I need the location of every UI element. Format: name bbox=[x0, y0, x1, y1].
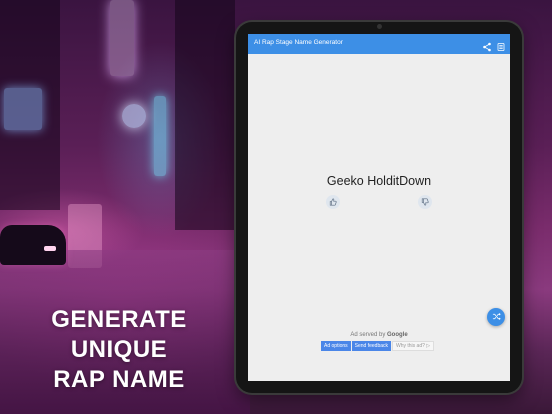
neon-sign bbox=[4, 88, 42, 130]
dislike-button[interactable] bbox=[418, 195, 432, 209]
send-feedback-button[interactable]: Send feedback bbox=[351, 341, 391, 351]
thumbs-down-icon bbox=[421, 193, 429, 211]
ad-controls: Ad options Send feedback Why this ad? ▷ bbox=[321, 341, 435, 351]
share-icon[interactable] bbox=[482, 39, 492, 52]
generated-rap-name: Geeko HolditDown bbox=[326, 174, 432, 188]
headline-line-1: GENERATE UNIQUE bbox=[51, 306, 187, 363]
marketing-headline: GENERATE UNIQUE RAP NAME bbox=[0, 305, 238, 395]
google-logo-text: Google bbox=[387, 332, 408, 338]
background-building bbox=[175, 0, 235, 230]
thumbs-up-icon bbox=[329, 193, 337, 211]
neon-sign bbox=[122, 104, 146, 128]
shuffle-icon bbox=[492, 308, 501, 326]
like-button[interactable] bbox=[326, 195, 340, 209]
ad-served-by-text: Ad served by bbox=[350, 332, 386, 338]
app-title: AI Rap Stage Name Generator bbox=[254, 39, 343, 46]
app-bar: AI Rap Stage Name Generator bbox=[248, 34, 510, 54]
headline-line-2: RAP NAME bbox=[53, 366, 185, 393]
front-camera bbox=[377, 24, 382, 29]
neon-sign bbox=[154, 96, 166, 176]
car-light bbox=[44, 246, 56, 251]
menu-icon[interactable] bbox=[496, 39, 506, 51]
why-this-ad-button[interactable]: Why this ad? ▷ bbox=[392, 341, 435, 351]
generate-button[interactable] bbox=[487, 308, 505, 326]
neon-sign bbox=[110, 0, 134, 76]
parked-car bbox=[0, 225, 66, 265]
ad-attribution: Ad served by Google bbox=[248, 332, 510, 338]
ad-options-button[interactable]: Ad options bbox=[321, 341, 351, 351]
app-screen: AI Rap Stage Name Generator Geeko Holdit… bbox=[248, 34, 510, 381]
